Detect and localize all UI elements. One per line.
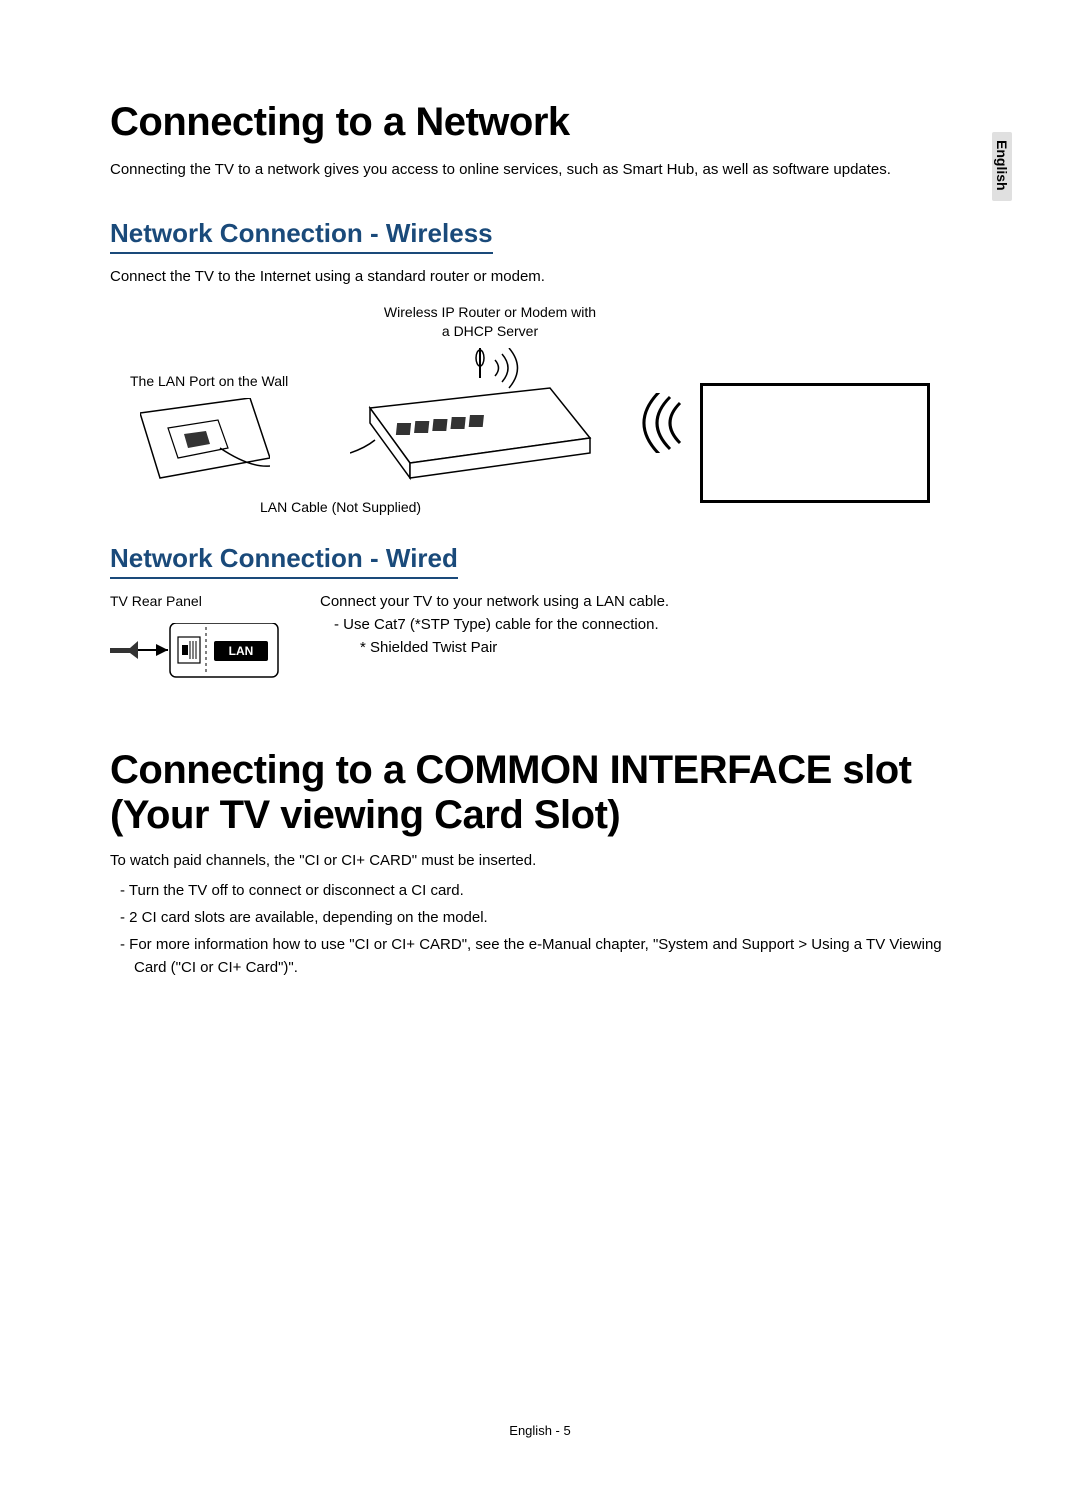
wifi-waves-icon [640,393,690,453]
ci-intro: To watch paid channels, the "CI or CI+ C… [110,852,970,869]
wireless-subintro: Connect the TV to the Internet using a s… [110,268,970,285]
heading-connecting-network: Connecting to a Network [110,100,970,145]
wired-bullet-cable: - Use Cat7 (*STP Type) cable for the con… [320,616,970,633]
tv-rear-panel-label: TV Rear Panel [110,593,280,609]
wireless-diagram: Wireless IP Router or Modem with a DHCP … [110,303,930,523]
language-side-tab: English [992,132,1012,201]
ci-bullet-3: For more information how to use "CI or C… [110,933,970,980]
wall-port-label: The LAN Port on the Wall [130,373,288,389]
page-footer: English - 5 [0,1423,1080,1438]
intro-connecting-network: Connecting the TV to a network gives you… [110,159,970,182]
tv-icon [700,383,930,503]
router-label-line1: Wireless IP Router or Modem with [384,304,596,320]
wired-intro: Connect your TV to your network using a … [320,593,970,610]
wall-plate-icon [140,398,270,483]
ci-bullet-1: Turn the TV off to connect or disconnect… [110,879,970,902]
ci-bullet-2: 2 CI card slots are available, depending… [110,906,970,929]
heading-wired: Network Connection - Wired [110,543,458,579]
wired-stp-note: * Shielded Twist Pair [320,639,970,656]
lan-badge-text: LAN [229,644,254,658]
heading-common-interface: Connecting to a COMMON INTERFACE slot (Y… [110,748,970,838]
heading-wireless: Network Connection - Wireless [110,218,493,254]
router-label: Wireless IP Router or Modem with a DHCP … [360,303,620,342]
tv-rear-panel-icon: LAN [110,623,280,683]
router-label-line2: a DHCP Server [442,323,538,339]
lan-cable-note: LAN Cable (Not Supplied) [260,499,421,515]
ci-bullet-list: Turn the TV off to connect or disconnect… [110,879,970,980]
router-icon [350,348,610,488]
